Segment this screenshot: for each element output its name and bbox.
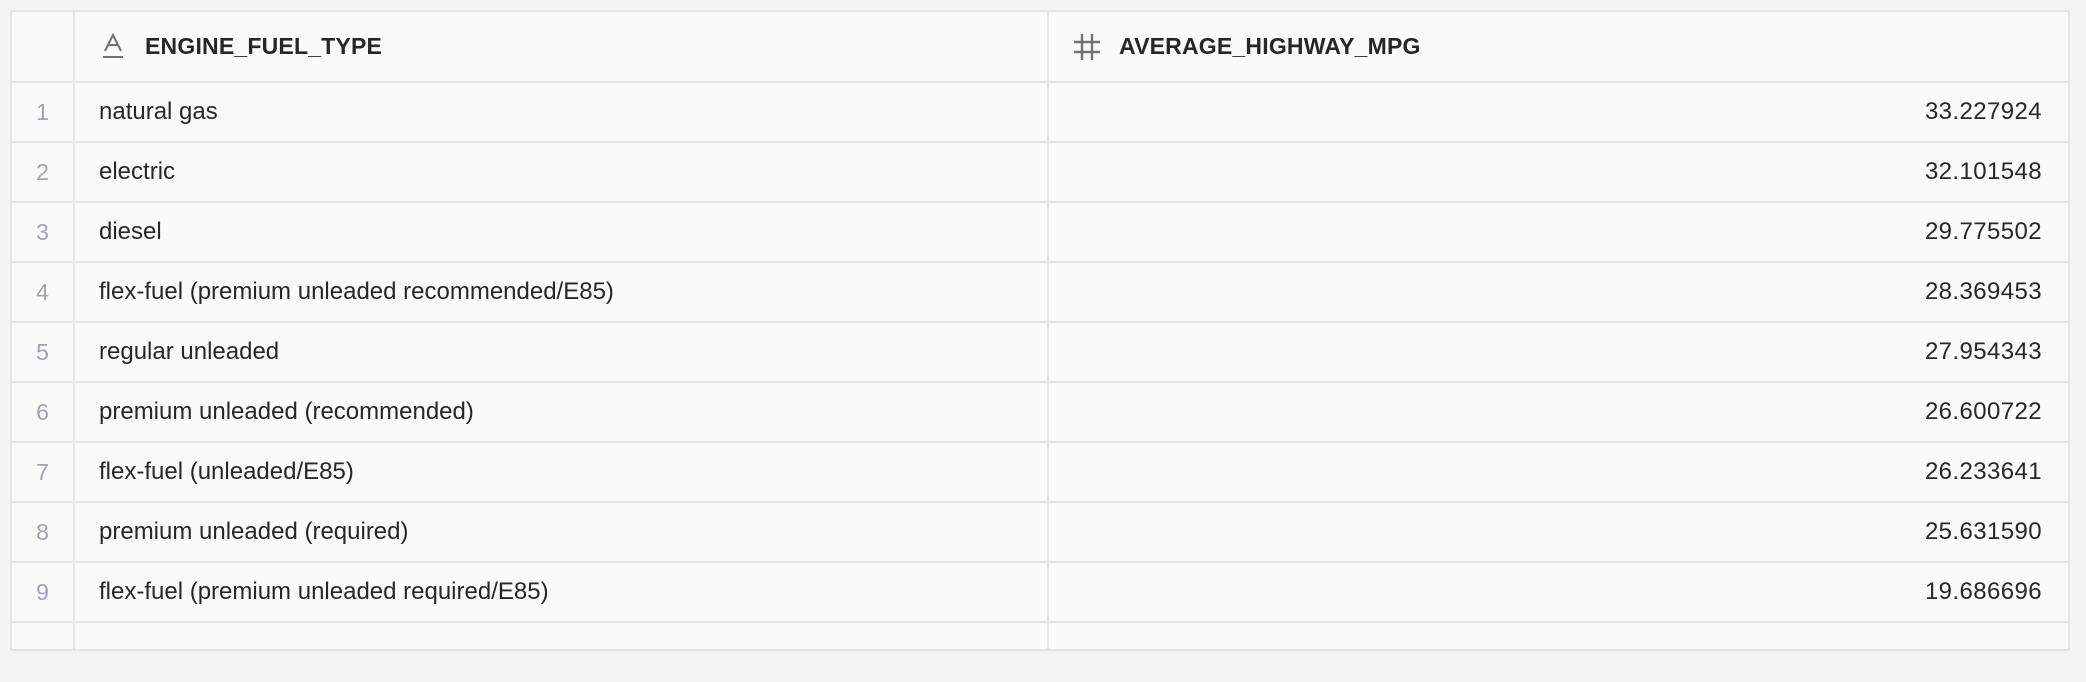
column-header-label: ENGINE_FUEL_TYPE	[145, 33, 383, 59]
results-table: ENGINE_FUEL_TYPE AVERAGE_HIGHWAY_MPG 1 n…	[12, 12, 2068, 649]
row-number: 1	[12, 82, 75, 143]
header-row: ENGINE_FUEL_TYPE AVERAGE_HIGHWAY_MPG	[12, 12, 2068, 83]
engine-fuel-type-cell[interactable]: flex-fuel (unleaded/E85)	[74, 442, 1049, 503]
results-grid: ENGINE_FUEL_TYPE AVERAGE_HIGHWAY_MPG 1 n…	[10, 10, 2070, 651]
row-number: 2	[12, 142, 75, 203]
empty-cell	[1048, 622, 2068, 649]
average-highway-mpg-cell[interactable]: 26.233641	[1048, 442, 2068, 503]
table-row[interactable]: 8 premium unleaded (required) 25.631590	[12, 502, 2068, 563]
empty-row	[12, 622, 2068, 649]
table-row[interactable]: 3 diesel 29.775502	[12, 202, 2068, 263]
average-highway-mpg-cell[interactable]: 19.686696	[1048, 562, 2068, 623]
engine-fuel-type-cell[interactable]: premium unleaded (required)	[74, 502, 1049, 563]
empty-cell	[12, 622, 75, 649]
column-header-label: AVERAGE_HIGHWAY_MPG	[1119, 33, 1421, 59]
average-highway-mpg-cell[interactable]: 29.775502	[1048, 202, 2068, 263]
engine-fuel-type-cell[interactable]: regular unleaded	[74, 322, 1049, 383]
row-number: 7	[12, 442, 75, 503]
table-row[interactable]: 7 flex-fuel (unleaded/E85) 26.233641	[12, 442, 2068, 503]
engine-fuel-type-cell[interactable]: natural gas	[74, 82, 1049, 143]
table-row[interactable]: 9 flex-fuel (premium unleaded required/E…	[12, 562, 2068, 623]
empty-cell	[74, 622, 1049, 649]
column-header-average-highway-mpg[interactable]: AVERAGE_HIGHWAY_MPG	[1048, 12, 2068, 83]
engine-fuel-type-cell[interactable]: flex-fuel (premium unleaded recommended/…	[74, 262, 1049, 323]
average-highway-mpg-cell[interactable]: 28.369453	[1048, 262, 2068, 323]
table-row[interactable]: 2 electric 32.101548	[12, 142, 2068, 203]
number-type-icon	[1073, 33, 1101, 61]
engine-fuel-type-cell[interactable]: flex-fuel (premium unleaded required/E85…	[74, 562, 1049, 623]
table-row[interactable]: 5 regular unleaded 27.954343	[12, 322, 2068, 383]
row-number: 8	[12, 502, 75, 563]
engine-fuel-type-cell[interactable]: diesel	[74, 202, 1049, 263]
row-number: 6	[12, 382, 75, 443]
column-header-engine-fuel-type[interactable]: ENGINE_FUEL_TYPE	[74, 12, 1049, 83]
row-number-header	[12, 12, 75, 83]
average-highway-mpg-cell[interactable]: 27.954343	[1048, 322, 2068, 383]
row-number: 9	[12, 562, 75, 623]
average-highway-mpg-cell[interactable]: 26.600722	[1048, 382, 2068, 443]
row-number: 3	[12, 202, 75, 263]
table-row[interactable]: 1 natural gas 33.227924	[12, 82, 2068, 143]
row-number: 4	[12, 262, 75, 323]
engine-fuel-type-cell[interactable]: premium unleaded (recommended)	[74, 382, 1049, 443]
table-row[interactable]: 4 flex-fuel (premium unleaded recommende…	[12, 262, 2068, 323]
average-highway-mpg-cell[interactable]: 32.101548	[1048, 142, 2068, 203]
average-highway-mpg-cell[interactable]: 33.227924	[1048, 82, 2068, 143]
average-highway-mpg-cell[interactable]: 25.631590	[1048, 502, 2068, 563]
text-type-icon	[99, 32, 127, 61]
table-row[interactable]: 6 premium unleaded (recommended) 26.6007…	[12, 382, 2068, 443]
engine-fuel-type-cell[interactable]: electric	[74, 142, 1049, 203]
row-number: 5	[12, 322, 75, 383]
